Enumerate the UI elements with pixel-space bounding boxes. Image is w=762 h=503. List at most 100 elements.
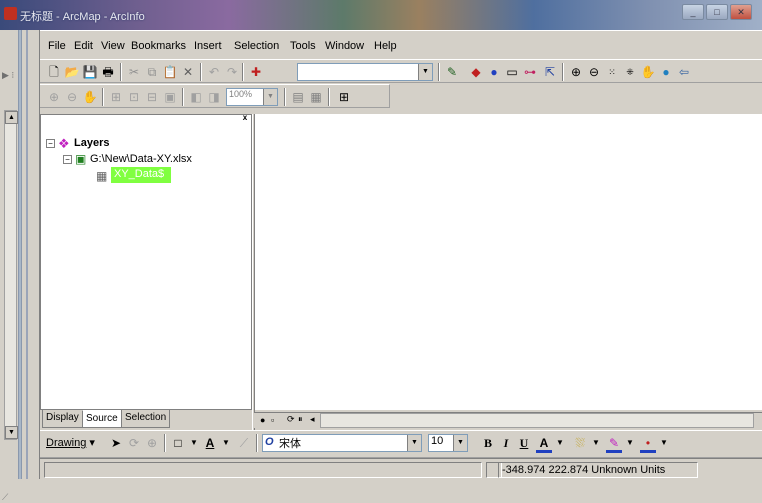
- layout-zoom-out-icon[interactable]: ⊖: [64, 89, 80, 105]
- zoom-100-icon[interactable]: ⊟: [144, 89, 160, 105]
- font-name-combo[interactable]: O 宋体 ▼: [262, 434, 422, 452]
- menu-view[interactable]: View: [101, 40, 125, 52]
- layout-pan-icon[interactable]: ✋: [82, 89, 98, 105]
- chevron-down-icon[interactable]: ▼: [588, 435, 604, 451]
- focus-data-frame-icon[interactable]: ▦: [308, 89, 324, 105]
- edit-vertices-icon[interactable]: ⟋: [236, 435, 252, 451]
- toolbar-separator: [284, 88, 286, 106]
- toggle-draft-icon[interactable]: ▤: [290, 89, 306, 105]
- map-display[interactable]: [254, 114, 762, 410]
- print-icon[interactable]: 🖶: [100, 64, 116, 80]
- fixed-zoom-in-icon[interactable]: ⁙: [604, 64, 620, 80]
- zoom-out-icon[interactable]: ⊖: [586, 64, 602, 80]
- menu-window[interactable]: Window: [325, 40, 364, 52]
- previous-extent-icon[interactable]: ◧: [188, 89, 204, 105]
- layout-zoom-combo[interactable]: 100% ▼: [226, 88, 278, 106]
- maximize-button[interactable]: □: [706, 4, 728, 20]
- arctoolbox-icon[interactable]: ◆: [468, 64, 484, 80]
- italic-button[interactable]: I: [498, 435, 514, 451]
- tab-display[interactable]: Display: [42, 410, 83, 428]
- layout-zoom-in-icon[interactable]: ⊕: [46, 89, 62, 105]
- open-icon[interactable]: 📂: [64, 64, 80, 80]
- scroll-up-icon[interactable]: ▲: [5, 111, 18, 124]
- collapse-workspace-icon[interactable]: −: [63, 155, 72, 164]
- save-icon[interactable]: 💾: [82, 64, 98, 80]
- chevron-down-icon[interactable]: ▼: [418, 64, 432, 80]
- menu-help[interactable]: Help: [374, 40, 397, 52]
- globe-icon[interactable]: ●: [658, 64, 674, 80]
- layers-icon: ❖: [58, 136, 70, 151]
- chevron-down-icon[interactable]: ▼: [552, 435, 568, 451]
- menu-insert[interactable]: Insert: [194, 40, 222, 52]
- font-size-combo[interactable]: 10 ▼: [428, 434, 468, 452]
- fixed-zoom-icon[interactable]: ⊞: [108, 89, 124, 105]
- marker-color-icon[interactable]: •: [640, 435, 656, 453]
- minimize-button[interactable]: _: [682, 4, 704, 20]
- modelbuilder-icon[interactable]: ⊶: [522, 64, 538, 80]
- new-icon[interactable]: 🗋: [46, 64, 62, 80]
- toolbar-separator: [562, 63, 564, 81]
- paste-icon[interactable]: 📋: [162, 64, 178, 80]
- editor-icon[interactable]: ✎: [444, 64, 460, 80]
- chevron-down-icon[interactable]: ▼: [186, 435, 202, 451]
- menu-edit[interactable]: Edit: [74, 40, 93, 52]
- add-data-icon[interactable]: ✚: [248, 64, 264, 80]
- menu-tools[interactable]: Tools: [290, 40, 316, 52]
- chevron-down-icon[interactable]: ▼: [218, 435, 234, 451]
- zoom-in-icon[interactable]: ⊕: [568, 64, 584, 80]
- copy-icon[interactable]: ⧉: [144, 64, 160, 80]
- pause-drawing-icon[interactable]: ⏸: [298, 414, 303, 425]
- toolbar-separator: [102, 88, 104, 106]
- underline-button[interactable]: U: [516, 435, 532, 451]
- scroll-down-icon[interactable]: ▼: [5, 426, 18, 439]
- text-tool-icon[interactable]: A: [202, 435, 218, 451]
- chevron-down-icon[interactable]: ▼: [622, 435, 638, 451]
- drawing-menu-button[interactable]: Drawing ▾: [46, 436, 95, 449]
- map-scale-combo[interactable]: ▼: [297, 63, 433, 81]
- close-button[interactable]: ✕: [730, 4, 752, 20]
- undo-icon[interactable]: ↶: [206, 64, 222, 80]
- arccatalog-icon[interactable]: ●: [486, 64, 502, 80]
- delete-icon[interactable]: ✕: [180, 64, 196, 80]
- chevron-down-icon[interactable]: ▼: [453, 435, 467, 451]
- command-line-icon[interactable]: ▭: [504, 64, 520, 80]
- menu-file[interactable]: File: [48, 40, 66, 52]
- cut-icon[interactable]: ✂: [126, 64, 142, 80]
- menu-bookmarks[interactable]: Bookmarks: [131, 40, 186, 52]
- line-color-icon[interactable]: ✎: [606, 435, 622, 453]
- bold-button[interactable]: B: [480, 435, 496, 451]
- horizontal-scrollbar[interactable]: [320, 413, 754, 428]
- scroll-left-icon[interactable]: ◂: [310, 414, 315, 425]
- back-icon[interactable]: ⇦: [676, 64, 692, 80]
- chevron-down-icon[interactable]: ▼: [407, 435, 421, 451]
- font-color-icon[interactable]: A: [536, 435, 552, 453]
- background-scrollbar[interactable]: ▲ ▼: [4, 110, 18, 440]
- collapse-layers-icon[interactable]: −: [46, 139, 55, 148]
- chevron-down-icon[interactable]: ▼: [656, 435, 672, 451]
- rotate-icon[interactable]: ⟳: [126, 435, 142, 451]
- whats-this-icon[interactable]: ⇱: [542, 64, 558, 80]
- close-icon[interactable]: x: [240, 114, 250, 122]
- zoom-page-icon[interactable]: ▣: [162, 89, 178, 105]
- toc-workspace-label[interactable]: G:\New\Data-XY.xlsx: [90, 153, 192, 165]
- select-elements-icon[interactable]: ➤: [108, 435, 124, 451]
- layout-view-icon[interactable]: ▫: [271, 415, 274, 425]
- redo-icon[interactable]: ↷: [224, 64, 240, 80]
- refresh-icon[interactable]: ⟳: [287, 414, 295, 425]
- toc-root-label[interactable]: Layers: [74, 137, 109, 149]
- menu-selection[interactable]: Selection: [234, 40, 279, 52]
- zoom-to-selected-icon[interactable]: ⊕: [144, 435, 160, 451]
- pan-icon[interactable]: ✋: [640, 64, 656, 80]
- table-icon: ▦: [96, 169, 108, 183]
- next-extent-icon[interactable]: ◨: [206, 89, 222, 105]
- zoom-whole-page-icon[interactable]: ⊡: [126, 89, 142, 105]
- rectangle-tool-icon[interactable]: □: [170, 435, 186, 451]
- tab-source[interactable]: Source: [82, 410, 122, 428]
- fill-color-icon[interactable]: ⛆: [572, 435, 588, 451]
- fixed-zoom-out-icon[interactable]: ⁜: [622, 64, 638, 80]
- tab-selection[interactable]: Selection: [121, 410, 171, 428]
- change-layout-icon[interactable]: ⊞: [336, 89, 352, 105]
- chevron-down-icon[interactable]: ▼: [263, 89, 277, 105]
- data-view-icon[interactable]: ●: [260, 415, 265, 425]
- toc-table-item[interactable]: XY_Data$: [111, 167, 171, 183]
